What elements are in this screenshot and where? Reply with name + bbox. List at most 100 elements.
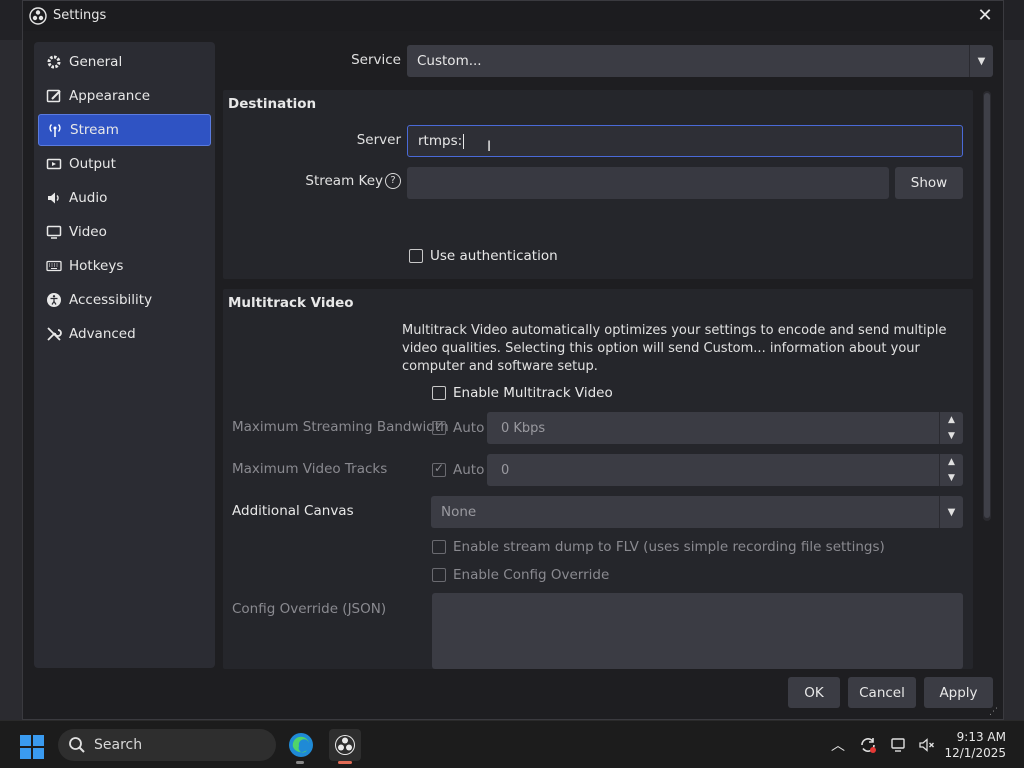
windows-start-icon[interactable] xyxy=(20,735,44,759)
use-authentication-checkbox[interactable]: Use authentication xyxy=(409,248,558,264)
help-icon[interactable]: ? xyxy=(385,173,401,189)
obs-logo-icon xyxy=(29,7,47,25)
sidebar-item-label: Video xyxy=(69,224,107,240)
clock-time: 9:13 AM xyxy=(956,730,1006,744)
additional-canvas-value: None xyxy=(441,504,477,520)
scrollbar-thumb[interactable] xyxy=(984,93,990,518)
sidebar-item-video[interactable]: Video xyxy=(38,216,211,248)
window-title: Settings xyxy=(53,8,107,23)
speaker-icon xyxy=(46,190,62,206)
config-override-checkbox[interactable]: Enable Config Override xyxy=(432,567,609,583)
auto-label: Auto xyxy=(453,420,485,436)
server-value: rtmps: xyxy=(418,133,463,149)
additional-canvas-dropdown[interactable]: None ▼ xyxy=(431,496,963,528)
text-caret xyxy=(463,133,465,149)
start-tile xyxy=(33,748,44,759)
chevron-up-icon[interactable]: ▲ xyxy=(939,454,963,470)
use-auth-label: Use authentication xyxy=(430,248,558,264)
sidebar-item-label: Output xyxy=(69,156,116,172)
multitrack-description: Multitrack Video automatically optimizes… xyxy=(402,323,947,374)
checkbox-box xyxy=(432,386,446,400)
service-dropdown[interactable]: Custom... ▼ xyxy=(407,45,993,77)
sidebar-item-general[interactable]: General xyxy=(38,46,211,78)
apply-button[interactable]: Apply xyxy=(924,677,993,708)
sidebar-item-label: Stream xyxy=(70,122,119,138)
ok-button[interactable]: OK xyxy=(788,677,840,708)
edge-running-indicator xyxy=(296,761,304,764)
additional-canvas-label: Additional Canvas xyxy=(232,503,354,519)
service-value: Custom... xyxy=(417,53,482,69)
background-app-right-edge xyxy=(1004,40,1024,720)
text-cursor-icon: I xyxy=(487,139,492,155)
config-json-textarea[interactable] xyxy=(432,593,963,669)
search-icon xyxy=(69,737,85,753)
max-bandwidth-auto-checkbox[interactable]: Auto xyxy=(432,419,485,436)
sidebar-item-stream[interactable]: Stream xyxy=(38,114,211,146)
sidebar-item-accessibility[interactable]: Accessibility xyxy=(38,284,211,316)
edge-browser-icon[interactable] xyxy=(285,729,317,761)
destination-title: Destination xyxy=(228,96,317,112)
resize-grip-icon[interactable]: ⋰ xyxy=(989,707,998,717)
antenna-icon xyxy=(47,122,63,138)
config-json-label: Config Override (JSON) xyxy=(232,601,387,617)
chevron-up-icon[interactable]: ︿ xyxy=(828,735,848,755)
gear-icon xyxy=(46,54,62,70)
chevron-down-icon[interactable]: ▼ xyxy=(939,470,963,486)
sidebar-item-hotkeys[interactable]: Hotkeys xyxy=(38,250,211,282)
sidebar-item-label: Appearance xyxy=(69,88,151,104)
volume-muted-icon[interactable] xyxy=(917,735,937,755)
enable-multitrack-checkbox[interactable]: Enable Multitrack Video xyxy=(432,385,613,401)
max-tracks-label: Maximum Video Tracks xyxy=(232,461,388,477)
stream-key-input[interactable] xyxy=(407,167,889,199)
network-icon[interactable] xyxy=(889,735,909,755)
chevron-down-icon[interactable]: ▼ xyxy=(939,428,963,444)
accessibility-icon xyxy=(46,292,62,308)
dump-flv-checkbox[interactable]: Enable stream dump to FLV (uses simple r… xyxy=(432,539,885,555)
checkbox-box xyxy=(432,540,446,554)
start-tile xyxy=(20,735,31,746)
taskbar-search[interactable]: Search xyxy=(58,729,276,761)
close-button[interactable]: ✕ xyxy=(973,4,997,28)
checkbox-box xyxy=(432,419,446,435)
obs-active-indicator xyxy=(338,761,352,764)
keyboard-icon xyxy=(46,258,62,274)
max-bandwidth-spinbox[interactable]: 0 Kbps ▲ ▼ xyxy=(487,412,963,444)
max-tracks-auto-checkbox[interactable]: Auto xyxy=(432,461,485,478)
sync-icon[interactable] xyxy=(858,735,878,755)
max-tracks-spinbox[interactable]: 0 ▲ ▼ xyxy=(487,454,963,486)
sidebar-item-label: General xyxy=(69,54,123,70)
dump-flv-label: Enable stream dump to FLV (uses simple r… xyxy=(453,539,885,555)
background-app-left-edge xyxy=(0,40,22,720)
cancel-button[interactable]: Cancel xyxy=(848,677,916,708)
config-override-label: Enable Config Override xyxy=(453,567,610,583)
show-key-button[interactable]: Show xyxy=(895,167,963,199)
monitor-icon xyxy=(46,224,62,240)
sidebar-item-label: Hotkeys xyxy=(69,258,124,274)
sidebar-item-appearance[interactable]: Appearance xyxy=(38,80,211,112)
sidebar-item-label: Advanced xyxy=(69,326,136,342)
sidebar-item-output[interactable]: Output xyxy=(38,148,211,180)
sidebar-item-audio[interactable]: Audio xyxy=(38,182,211,214)
wrench-icon xyxy=(46,326,62,342)
enable-multitrack-label: Enable Multitrack Video xyxy=(453,385,613,401)
service-label: Service xyxy=(351,52,401,68)
settings-sidebar: General Appearance Stream Output Audio V… xyxy=(34,42,215,668)
checkbox-box xyxy=(409,249,423,263)
max-bandwidth-value: 0 Kbps xyxy=(501,420,546,436)
checkbox-box xyxy=(432,568,446,582)
clock-date: 12/1/2025 xyxy=(944,746,1006,760)
stream-key-label: Stream Key xyxy=(305,173,383,189)
start-tile xyxy=(20,748,31,759)
sidebar-item-label: Audio xyxy=(69,190,108,206)
chevron-up-icon[interactable]: ▲ xyxy=(939,412,963,428)
taskbar-clock[interactable]: 9:13 AM 12/1/2025 xyxy=(944,729,1006,761)
taskbar: Search ︿ 9:13 AM 12/1/2025 xyxy=(0,720,1024,768)
title-bar: Settings ✕ xyxy=(23,1,1003,31)
chevron-down-icon: ▼ xyxy=(939,496,963,528)
sidebar-item-label: Accessibility xyxy=(69,292,153,308)
appearance-icon xyxy=(46,88,62,104)
sidebar-item-advanced[interactable]: Advanced xyxy=(38,318,211,350)
chevron-down-icon: ▼ xyxy=(969,45,993,77)
obs-taskbar-icon[interactable] xyxy=(329,729,361,761)
auto-label: Auto xyxy=(453,462,485,478)
